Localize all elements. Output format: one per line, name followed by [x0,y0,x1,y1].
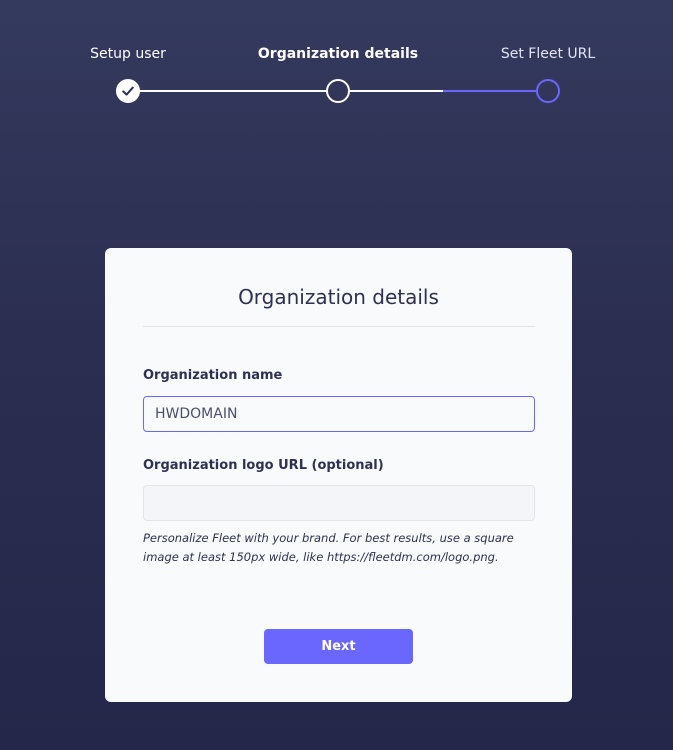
logo-url-help-text: Personalize Fleet with your brand. For b… [143,531,514,564]
step-connector-2-pending [443,90,536,92]
setup-stepper: Setup user Organization details Set Flee… [0,0,673,120]
organization-logo-url-label: Organization logo URL (optional) [143,458,384,473]
step-indicator-set-fleet-url [536,79,560,103]
organization-details-card: Organization details Organization name O… [105,248,572,702]
step-indicator-organization-details [326,79,350,103]
organization-logo-url-input[interactable] [143,485,535,521]
step-indicator-setup-user [116,79,140,103]
organization-name-input[interactable] [143,396,535,432]
step-connector-1 [140,90,326,92]
title-divider [143,326,535,327]
step-label-setup-user: Setup user [90,46,166,62]
step-connector-2-complete [350,90,443,92]
step-label-set-fleet-url: Set Fleet URL [500,46,596,62]
check-icon [122,86,134,96]
next-button[interactable]: Next [264,629,413,664]
organization-name-label: Organization name [143,368,283,383]
card-title: Organization details [238,285,439,309]
step-label-organization-details: Organization details [257,46,419,62]
